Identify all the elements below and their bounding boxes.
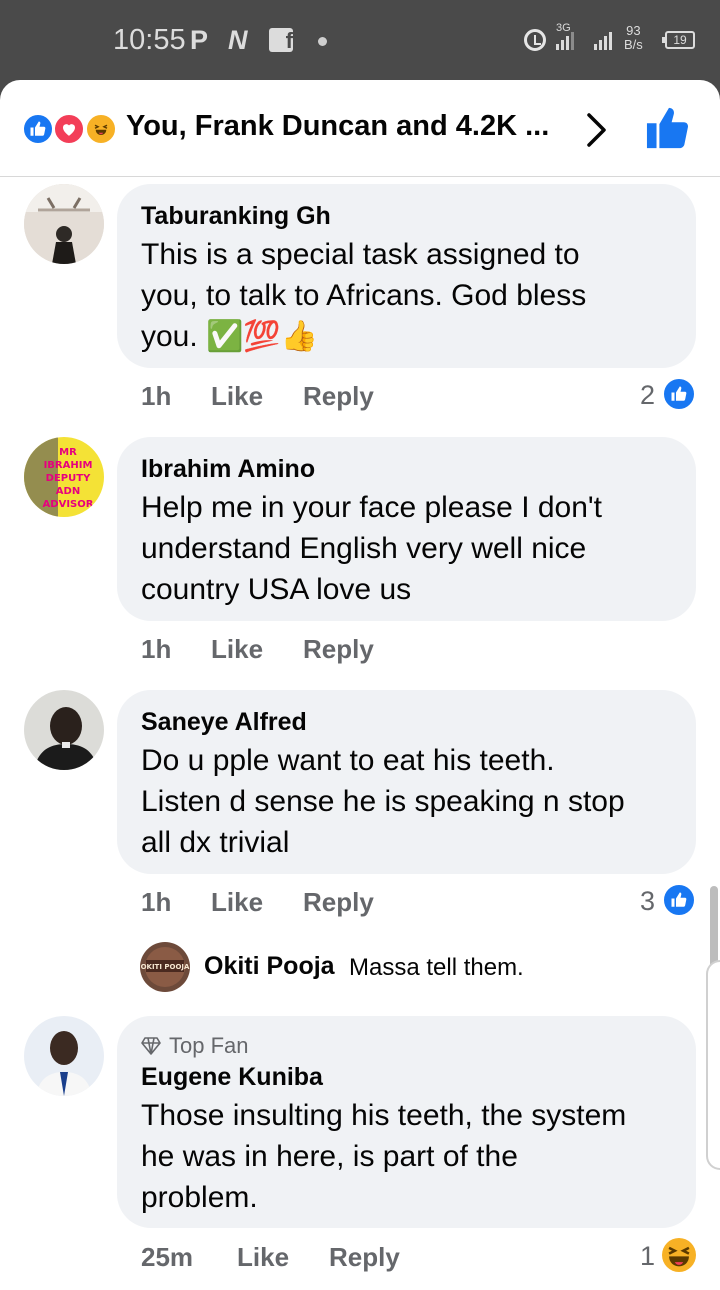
like-link[interactable]: Like: [211, 634, 263, 665]
edge-panel-handle[interactable]: [706, 960, 720, 1170]
n-app-icon: N: [228, 25, 248, 55]
like-icon: [662, 883, 696, 917]
svg-text:IBRAHIM: IBRAHIM: [44, 460, 93, 471]
status-bar: 10:55 P N f 3G 93 B/s 19: [0, 0, 720, 80]
commenter-name[interactable]: Taburanking Gh: [141, 202, 331, 231]
commenter-name[interactable]: Ibrahim Amino: [141, 455, 315, 484]
reply-link[interactable]: Reply: [303, 634, 374, 665]
like-icon: [662, 377, 696, 411]
signal-icon-1: [556, 28, 574, 50]
reaction-count[interactable]: 2: [640, 380, 655, 411]
reply-link[interactable]: Reply: [329, 1242, 400, 1273]
comment-bubble: Top Fan Eugene Kuniba Those insulting hi…: [117, 1016, 696, 1228]
comment-time: 25m: [141, 1242, 194, 1272]
svg-text:OKITI POOJA: OKITI POOJA: [141, 963, 190, 971]
svg-text:ADVISOR: ADVISOR: [43, 499, 94, 510]
reply-link[interactable]: Reply: [303, 381, 374, 412]
comment-time: 1h: [141, 634, 172, 664]
reactions-summary[interactable]: You, Frank Duncan and 4.2K ...: [126, 110, 549, 143]
like-button-icon[interactable]: [645, 106, 691, 150]
reply-preview[interactable]: OKITI POOJA Okiti Pooja Massa tell them.: [140, 942, 640, 992]
reply-text: Massa tell them.: [349, 954, 524, 981]
reply-author-name[interactable]: Okiti Pooja: [204, 952, 335, 981]
comment-time: 1h: [141, 381, 172, 411]
comment-bubble: Saneye Alfred Do u pple want to eat his …: [117, 690, 696, 874]
haha-icon: [85, 113, 117, 145]
comment-text: This is a special task assigned to you, …: [141, 238, 587, 353]
status-time: 10:55: [113, 24, 186, 56]
comment-bubble: Ibrahim Amino Help me in your face pleas…: [117, 437, 696, 621]
p-app-icon: P: [190, 25, 209, 55]
top-fan-badge: Top Fan: [141, 1033, 249, 1059]
comment-text: Those insulting his teeth, the system he…: [141, 1099, 627, 1214]
comments-sheet: You, Frank Duncan and 4.2K ... Taburanki…: [0, 80, 720, 1290]
commenter-name[interactable]: Saneye Alfred: [141, 708, 307, 737]
facebook-notification-icon: f: [269, 28, 293, 53]
comment-time: 1h: [141, 887, 172, 917]
reaction-count[interactable]: 1: [640, 1241, 655, 1272]
signal-icon-2: [594, 28, 612, 50]
diamond-icon: [141, 1037, 161, 1055]
like-link[interactable]: Like: [211, 381, 263, 412]
comment-text: Do u pple want to eat his teeth. Listen …: [141, 744, 625, 859]
like-icon: [22, 113, 54, 145]
svg-text:MR: MR: [59, 447, 77, 458]
avatar[interactable]: MR IBRAHIM DEPUTY ADN ADVISOR: [24, 437, 104, 517]
network-speed: 93 B/s: [624, 23, 643, 52]
reply-avatar[interactable]: OKITI POOJA: [140, 942, 190, 992]
reaction-count[interactable]: 3: [640, 886, 655, 917]
svg-text:DEPUTY: DEPUTY: [46, 473, 91, 484]
battery-icon: 19: [662, 31, 695, 49]
avatar[interactable]: [24, 690, 104, 770]
comment-text: Help me in your face please I don't unde…: [141, 491, 602, 606]
commenter-name[interactable]: Eugene Kuniba: [141, 1063, 323, 1092]
love-icon: [53, 113, 85, 145]
like-link[interactable]: Like: [237, 1242, 289, 1273]
comment-bubble: Taburanking Gh This is a special task as…: [117, 184, 696, 368]
avatar[interactable]: [24, 1016, 104, 1096]
avatar[interactable]: [24, 184, 104, 264]
chevron-right-icon[interactable]: [584, 112, 610, 148]
more-notifications-dot: [318, 37, 327, 46]
svg-text:ADN: ADN: [56, 486, 80, 497]
reactions-header[interactable]: You, Frank Duncan and 4.2K ...: [0, 80, 720, 177]
haha-icon: [662, 1238, 696, 1272]
like-link[interactable]: Like: [211, 887, 263, 918]
alarm-icon: [524, 29, 546, 51]
reply-link[interactable]: Reply: [303, 887, 374, 918]
